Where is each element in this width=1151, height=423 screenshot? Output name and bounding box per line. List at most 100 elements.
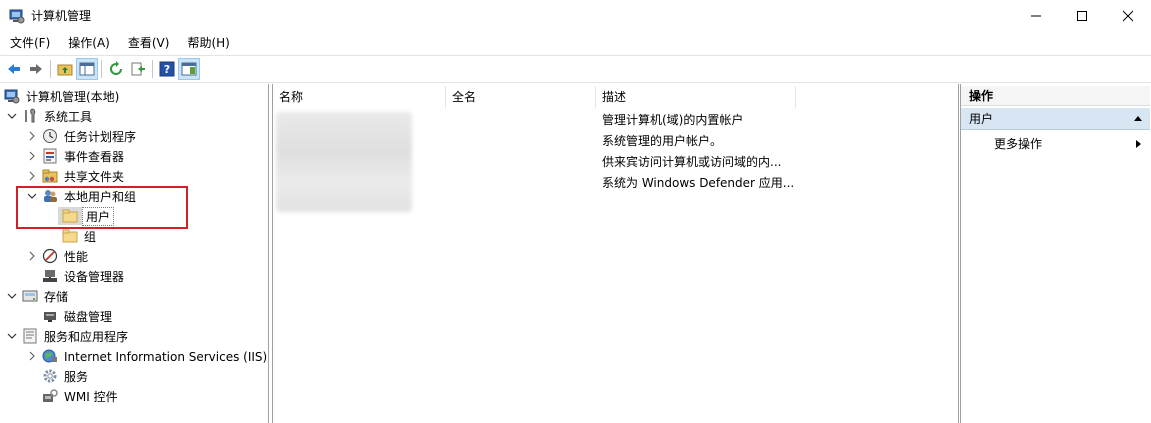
list-item[interactable]: 系统为 Windows Defender 应用... <box>602 173 794 193</box>
toolbar-separator <box>50 60 51 78</box>
user-list: 名称 全名 描述 管理计算机(域)的内置帐户 系统管理的用户帐户。 供来宾访问计… <box>272 84 959 423</box>
toolbar-separator <box>101 60 102 78</box>
tree-label: Internet Information Services (IIS)管 <box>64 349 269 364</box>
export-list-button[interactable] <box>127 58 149 80</box>
window-title: 计算机管理 <box>31 9 92 23</box>
chevron-right-icon[interactable] <box>26 150 38 162</box>
menu-action[interactable]: 操作(A) <box>61 33 117 53</box>
refresh-button[interactable] <box>105 58 127 80</box>
column-header-description[interactable]: 描述 <box>596 86 796 108</box>
tree-item-groups[interactable]: 组 <box>62 226 98 246</box>
show-action-pane-button[interactable] <box>178 58 200 80</box>
tree-item-shared-folders[interactable]: 共享文件夹 <box>26 166 126 186</box>
export-icon <box>131 62 145 76</box>
tree-item-system-tools[interactable]: 系统工具 <box>6 106 94 126</box>
redacted-user-names <box>276 112 412 212</box>
gear-icon <box>42 368 58 384</box>
close-icon <box>1122 10 1134 21</box>
chevron-right-icon[interactable] <box>26 170 38 182</box>
tree-label: 性能 <box>64 249 89 264</box>
menu-file[interactable]: 文件(F) <box>3 33 57 53</box>
forward-arrow-icon <box>30 64 42 74</box>
tree-label: 事件查看器 <box>64 149 125 164</box>
folder-icon <box>62 228 78 244</box>
toolbar-separator <box>152 60 153 78</box>
tree-item-services-apps[interactable]: 服务和应用程序 <box>6 326 130 346</box>
up-folder-button[interactable] <box>54 58 76 80</box>
actions-header: 操作 <box>961 86 1150 106</box>
tree-label: 服务 <box>64 369 89 384</box>
tree-item-storage[interactable]: 存储 <box>6 286 70 306</box>
chevron-down-icon[interactable] <box>6 290 18 302</box>
iis-globe-icon <box>42 348 58 364</box>
services-apps-icon <box>22 328 38 344</box>
computer-management-icon <box>4 88 20 104</box>
list-item[interactable]: 系统管理的用户帐户。 <box>602 131 722 151</box>
title-bar: 计算机管理 <box>0 0 1151 31</box>
list-item[interactable]: 管理计算机(域)的内置帐户 <box>602 110 743 130</box>
console-tree: 计算机管理(本地) 系统工具 任务计划程序 事件查看器 共享文件夹 本地用户和组… <box>0 84 269 423</box>
refresh-icon <box>110 61 122 75</box>
disk-management-icon <box>42 308 58 324</box>
tree-item-event-viewer[interactable]: 事件查看器 <box>26 146 126 166</box>
minimize-button[interactable] <box>1013 0 1059 31</box>
collapse-arrow-icon[interactable] <box>1134 116 1142 121</box>
storage-icon <box>22 288 38 304</box>
chevron-down-icon[interactable] <box>6 330 18 342</box>
chevron-right-icon[interactable] <box>26 350 38 362</box>
tree-label: 磁盘管理 <box>64 309 113 324</box>
toolbar: ? <box>0 55 1151 83</box>
svg-text:?: ? <box>164 63 170 76</box>
wmi-control-icon <box>42 388 58 404</box>
tree-label: 设备管理器 <box>64 269 125 284</box>
close-button[interactable] <box>1105 0 1151 31</box>
tree-item-services[interactable]: 服务 <box>42 366 90 386</box>
tree-item-performance[interactable]: 性能 <box>26 246 90 266</box>
clock-icon <box>42 128 58 144</box>
device-manager-icon <box>42 268 58 284</box>
tree-item-root[interactable]: 计算机管理(本地) <box>4 86 121 106</box>
more-actions-item[interactable]: 更多操作 <box>994 134 1042 154</box>
tree-item-iis[interactable]: Internet Information Services (IIS)管 <box>26 346 269 366</box>
tree-item-task-scheduler[interactable]: 任务计划程序 <box>26 126 138 146</box>
tree-label: 组 <box>84 229 97 244</box>
back-button[interactable] <box>3 58 25 80</box>
tree-label: 存储 <box>44 289 69 304</box>
column-header-name[interactable]: 名称 <box>273 86 446 108</box>
menu-bar: 文件(F) 操作(A) 查看(V) 帮助(H) <box>0 32 1151 54</box>
back-arrow-icon <box>8 64 20 74</box>
maximize-button[interactable] <box>1059 0 1105 31</box>
computer-management-icon <box>9 8 25 24</box>
show-hide-tree-button[interactable] <box>76 58 98 80</box>
shared-folder-icon <box>42 168 58 184</box>
tree-item-disk-management[interactable]: 磁盘管理 <box>42 306 114 326</box>
forward-button[interactable] <box>25 58 47 80</box>
help-button[interactable]: ? <box>156 58 178 80</box>
menu-help[interactable]: 帮助(H) <box>180 33 236 53</box>
console-tree-icon <box>79 62 95 76</box>
tree-label: 系统工具 <box>44 109 93 124</box>
submenu-arrow-icon[interactable] <box>1136 140 1141 148</box>
list-item[interactable]: 供来宾访问计算机或访问域的内... <box>602 152 781 172</box>
chevron-right-icon[interactable] <box>26 130 38 142</box>
tree-label: 共享文件夹 <box>64 169 125 184</box>
tree-label: 服务和应用程序 <box>44 329 129 344</box>
tree-label: WMI 控件 <box>64 389 118 404</box>
action-pane-icon <box>181 62 197 76</box>
section-label: 用户 <box>969 112 994 126</box>
actions-pane: 操作 用户 更多操作 <box>960 84 1151 423</box>
tree-label: 任务计划程序 <box>64 129 137 144</box>
tree-item-device-manager[interactable]: 设备管理器 <box>42 266 126 286</box>
chevron-down-icon[interactable] <box>6 110 18 122</box>
tree-label: 计算机管理(本地) <box>26 89 120 104</box>
help-icon: ? <box>159 61 175 77</box>
column-header-fullname[interactable]: 全名 <box>446 86 596 108</box>
folder-up-icon <box>57 64 73 76</box>
chevron-right-icon[interactable] <box>26 250 38 262</box>
actions-section-users[interactable]: 用户 <box>961 108 1150 130</box>
tree-item-wmi[interactable]: WMI 控件 <box>42 386 120 406</box>
highlight-box <box>16 186 188 229</box>
performance-icon <box>42 248 58 264</box>
tools-icon <box>22 108 38 124</box>
menu-view[interactable]: 查看(V) <box>121 33 177 53</box>
